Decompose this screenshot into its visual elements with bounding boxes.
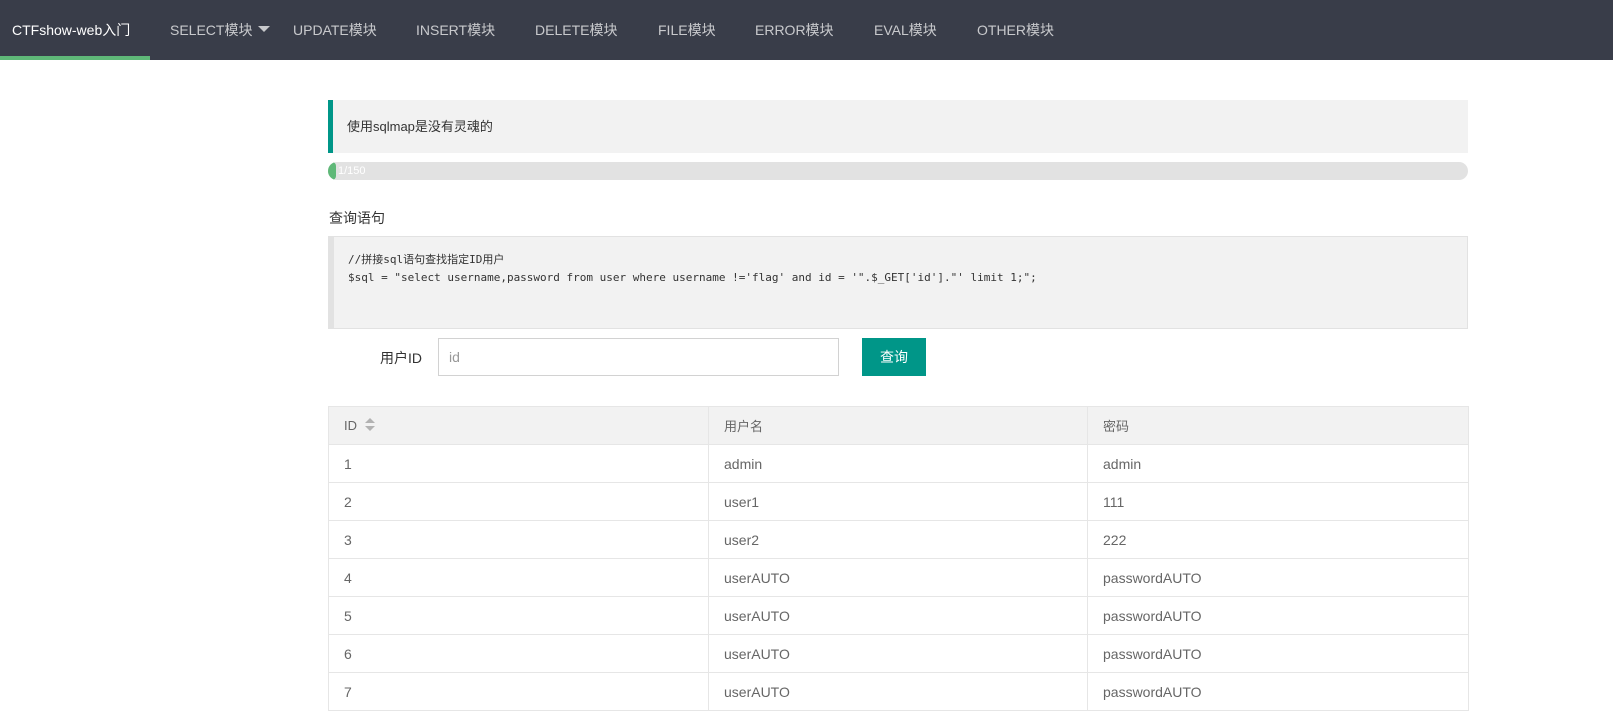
nav-item-insert[interactable]: INSERT模块 — [416, 0, 495, 60]
nav-item-file[interactable]: FILE模块 — [658, 0, 716, 60]
cell-username: user2 — [708, 520, 1088, 559]
nav-item-delete[interactable]: DELETE模块 — [535, 0, 617, 60]
table-row: 7 userAUTO passwordAUTO — [328, 672, 1469, 711]
table-header-row: ID 用户名 密码 — [328, 406, 1469, 445]
nav-brand-link[interactable]: CTFshow-web入门 — [12, 0, 130, 60]
column-header-id[interactable]: ID — [328, 406, 709, 445]
results-table: ID 用户名 密码 1 admin admin 2 user1 111 3 us… — [328, 406, 1469, 711]
cell-password: passwordAUTO — [1087, 672, 1469, 711]
cell-username: admin — [708, 444, 1088, 483]
notice-text: 使用sqlmap是没有灵魂的 — [347, 119, 493, 134]
cell-password: passwordAUTO — [1087, 634, 1469, 673]
user-id-input[interactable] — [438, 338, 839, 376]
user-id-label: 用户ID — [380, 350, 422, 366]
nav-item-eval[interactable]: EVAL模块 — [874, 0, 937, 60]
sort-icon[interactable] — [365, 418, 375, 432]
cell-password: passwordAUTO — [1087, 558, 1469, 597]
nav-item-update[interactable]: UPDATE模块 — [293, 0, 377, 60]
column-header-id-label: ID — [344, 417, 357, 433]
code-sql-line: $sql = "select username,password from us… — [348, 271, 1037, 284]
code-comment-line: //拼接sql语句查找指定ID用户 — [348, 253, 505, 266]
cell-username: userAUTO — [708, 558, 1088, 597]
table-row: 6 userAUTO passwordAUTO — [328, 634, 1469, 673]
progress-text: 1/150 — [338, 165, 366, 177]
cell-id: 6 — [328, 634, 709, 673]
cell-id: 5 — [328, 596, 709, 635]
cell-password: 222 — [1087, 520, 1469, 559]
cell-password: passwordAUTO — [1087, 596, 1469, 635]
table-row: 4 userAUTO passwordAUTO — [328, 558, 1469, 597]
nav-item-error[interactable]: ERROR模块 — [755, 0, 834, 60]
progress-bar: 1/150 — [328, 162, 1468, 180]
cell-id: 3 — [328, 520, 709, 559]
notice-blockquote: 使用sqlmap是没有灵魂的 — [328, 100, 1468, 153]
table-row: 3 user2 222 — [328, 520, 1469, 559]
cell-username: user1 — [708, 482, 1088, 521]
cell-username: userAUTO — [708, 672, 1088, 711]
cell-id: 1 — [328, 444, 709, 483]
column-header-username: 用户名 — [708, 406, 1088, 445]
cell-id: 7 — [328, 672, 709, 711]
nav-item-select-label: SELECT模块 — [170, 22, 253, 38]
cell-id: 2 — [328, 482, 709, 521]
top-navigation-bar: CTFshow-web入门 SELECT模块 UPDATE模块 INSERT模块… — [0, 0, 1613, 60]
cell-password: admin — [1087, 444, 1469, 483]
cell-password: 111 — [1087, 482, 1469, 521]
table-row: 1 admin admin — [328, 444, 1469, 483]
progress-fill — [328, 162, 336, 180]
nav-item-other[interactable]: OTHER模块 — [977, 0, 1054, 60]
cell-id: 4 — [328, 558, 709, 597]
caret-down-icon — [258, 26, 271, 33]
column-header-password: 密码 — [1087, 406, 1469, 445]
query-button[interactable]: 查询 — [862, 338, 926, 376]
cell-username: userAUTO — [708, 634, 1088, 673]
sql-code-block: //拼接sql语句查找指定ID用户 $sql = "select usernam… — [328, 236, 1468, 329]
table-row: 5 userAUTO passwordAUTO — [328, 596, 1469, 635]
query-section-label: 查询语句 — [329, 210, 385, 226]
cell-username: userAUTO — [708, 596, 1088, 635]
nav-item-select[interactable]: SELECT模块 — [170, 0, 271, 60]
table-row: 2 user1 111 — [328, 482, 1469, 521]
nav-active-indicator — [0, 56, 150, 60]
